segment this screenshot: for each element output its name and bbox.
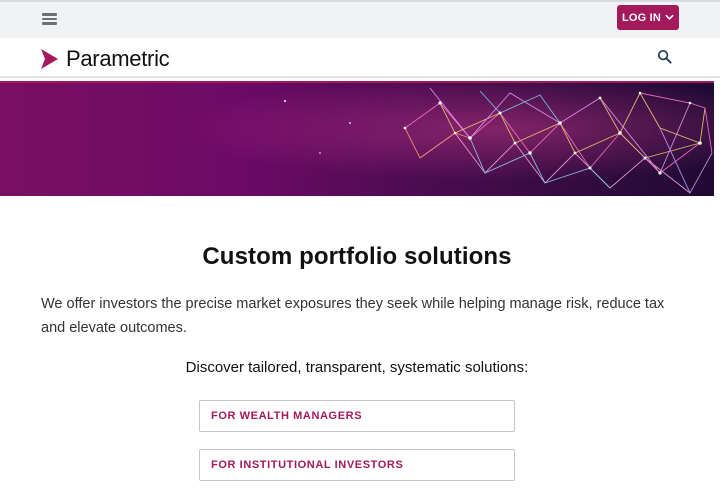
brand-name: Parametric [66, 46, 170, 71]
hamburger-menu-icon[interactable] [42, 11, 59, 27]
institutional-investors-button[interactable]: FOR INSTITUTIONAL INVESTORS [199, 449, 515, 481]
chevron-down-icon [665, 14, 674, 20]
top-utility-bar: LOG IN [0, 0, 720, 38]
logo[interactable]: Parametric [40, 46, 170, 72]
main-content: Custom portfolio solutions We offer inve… [0, 196, 720, 501]
logo-triangle-icon [41, 49, 58, 69]
discover-text: Discover tailored, transparent, systemat… [185, 359, 529, 376]
network-graphic [0, 83, 714, 196]
page-title: Custom portfolio solutions [202, 243, 512, 270]
brand-bar: Parametric [0, 38, 720, 78]
login-button[interactable]: LOG IN [617, 5, 679, 30]
intro-text: We offer investors the precise market ex… [41, 296, 665, 336]
hero-banner [0, 81, 714, 196]
search-icon[interactable] [657, 49, 672, 64]
login-label: LOG IN [621, 11, 662, 24]
wealth-managers-button[interactable]: FOR WEALTH MANAGERS [199, 400, 515, 432]
